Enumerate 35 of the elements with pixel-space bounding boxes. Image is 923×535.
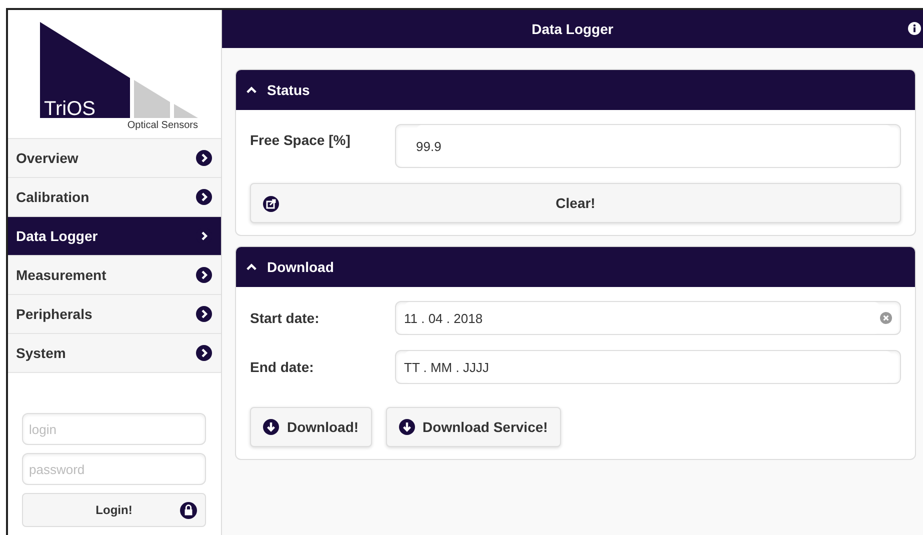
lock-icon (180, 502, 197, 519)
download-icon (398, 419, 415, 435)
nav-item[interactable]: Data Logger (8, 216, 221, 255)
password-field[interactable]: password (22, 453, 206, 485)
end-date-field[interactable]: TT . MM . JJJJ (395, 350, 901, 384)
login-field[interactable]: login (22, 413, 206, 445)
start-date-field[interactable]: 11 . 04 . 2018 (395, 301, 901, 335)
chevron-icon (196, 150, 212, 166)
nav-item[interactable]: Peripherals (8, 294, 221, 333)
nav-item[interactable]: Measurement (8, 255, 221, 294)
panel-title[interactable]: Status (267, 82, 310, 98)
download-button[interactable]: Download! (250, 407, 372, 447)
chevron-icon (196, 345, 212, 361)
caret-up-icon[interactable] (246, 263, 257, 271)
chevron-icon (196, 189, 212, 205)
clear-icon[interactable] (880, 312, 892, 324)
clear-button[interactable]: Clear! (250, 183, 901, 223)
info-icon[interactable] (908, 22, 921, 35)
logo: TriOS Optical Sensors (30, 18, 200, 130)
field-label: Free Space [%] (250, 131, 352, 148)
field-label: Start date: (250, 310, 320, 326)
chevron-icon (196, 306, 212, 322)
export-icon (263, 196, 279, 212)
page-title: Data Logger (532, 21, 614, 37)
panel-title[interactable]: Download (267, 259, 334, 275)
nav-item[interactable]: Overview (8, 138, 221, 177)
field-label: End date: (250, 359, 315, 375)
nav-item[interactable]: System (8, 333, 221, 372)
download-icon (263, 419, 279, 435)
chevron-icon (196, 267, 212, 283)
nav-item[interactable]: Calibration (8, 177, 221, 216)
download-button[interactable]: Download Service! (386, 407, 561, 447)
free-space-field[interactable]: 99.9 (395, 124, 901, 168)
caret-up-icon[interactable] (246, 86, 257, 94)
login-button[interactable]: Login! (22, 493, 206, 527)
